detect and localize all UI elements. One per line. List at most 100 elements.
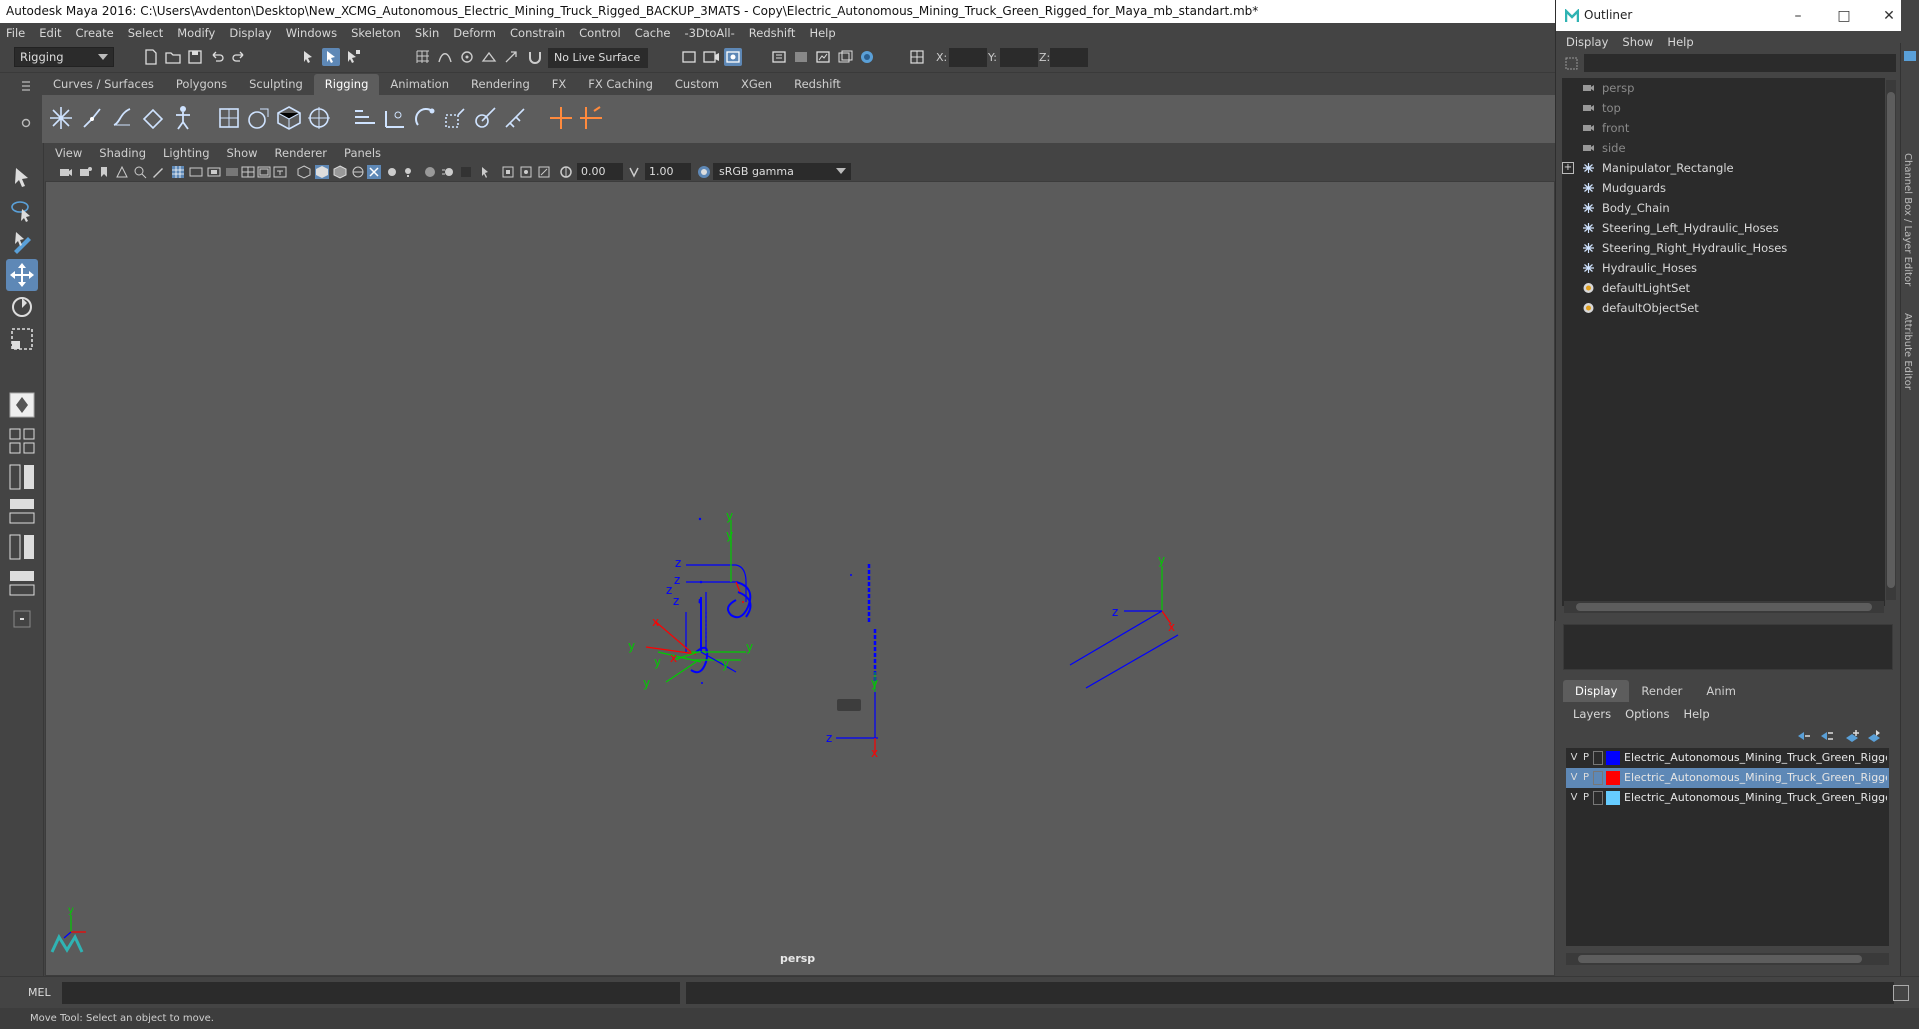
list-item[interactable]: Steering_Right_Hydraulic_Hoses: [1583, 238, 1787, 258]
layer-menu-help[interactable]: Help: [1683, 707, 1709, 721]
rotate-tool-icon[interactable]: [6, 291, 38, 323]
render-view-icon[interactable]: [814, 48, 832, 66]
menu-skin[interactable]: Skin: [415, 26, 439, 40]
menu-select[interactable]: Select: [128, 26, 163, 40]
wireframe-on-shaded-icon[interactable]: [333, 165, 347, 179]
list-item[interactable]: persp: [1583, 78, 1634, 98]
exposure-field[interactable]: 0.00: [577, 163, 623, 180]
script-language-label[interactable]: MEL: [28, 986, 51, 999]
field-chart-icon[interactable]: [241, 165, 255, 179]
layer-list-horizontal-scrollbar[interactable]: [1566, 953, 1889, 965]
minimize-icon[interactable]: –: [1788, 6, 1808, 26]
snap-view-plane-icon[interactable]: [480, 48, 498, 66]
script-editor-icon[interactable]: [1893, 985, 1909, 1001]
menu-windows[interactable]: Windows: [286, 26, 337, 40]
menu-display[interactable]: Display: [229, 26, 271, 40]
menu-file[interactable]: File: [6, 26, 25, 40]
layer-visibility-toggle[interactable]: V: [1568, 768, 1580, 788]
cluster-handle-icon[interactable]: [576, 103, 606, 133]
layer-row[interactable]: V P Electric_Autonomous_Mining_Truck_Gre…: [1566, 748, 1889, 768]
shelf-tab-redshift[interactable]: Redshift: [783, 74, 852, 95]
lasso-tool-icon[interactable]: [6, 195, 38, 227]
xray-components-icon[interactable]: [537, 165, 551, 179]
outliner-search-input[interactable]: [1584, 54, 1896, 72]
safe-action-icon[interactable]: [257, 165, 271, 179]
z-field[interactable]: [1050, 48, 1088, 67]
shelf-tab-fx-caching[interactable]: FX Caching: [577, 74, 664, 95]
layer-row[interactable]: V P Electric_Autonomous_Mining_Truck_Gre…: [1566, 788, 1889, 808]
film-gate-icon[interactable]: [189, 165, 203, 179]
viewport-persp[interactable]: y y z z z z x y y y y x y z y x y z x y …: [45, 181, 1555, 976]
layer-playback-toggle[interactable]: P: [1580, 788, 1592, 808]
new-layer-icon[interactable]: [1844, 729, 1860, 743]
ipr-render-icon[interactable]: [724, 48, 742, 66]
image-plane-icon[interactable]: [115, 165, 129, 179]
undo-icon[interactable]: [208, 48, 226, 66]
snap-live-icon[interactable]: [502, 48, 520, 66]
new-scene-icon[interactable]: [142, 48, 160, 66]
paint-select-tool-icon[interactable]: [6, 227, 38, 259]
list-item[interactable]: top: [1583, 98, 1621, 118]
tab-anim[interactable]: Anim: [1694, 680, 1748, 702]
lights-icon[interactable]: [401, 165, 415, 179]
outliner-menu-display[interactable]: Display: [1566, 35, 1608, 49]
smooth-shade-icon[interactable]: [315, 165, 329, 179]
scrollbar-thumb[interactable]: [1576, 603, 1872, 611]
panel-menu-panels[interactable]: Panels: [344, 146, 381, 160]
screen-space-ao-icon[interactable]: [423, 165, 437, 179]
select-object-icon[interactable]: [322, 48, 340, 66]
layer-color-swatch[interactable]: [1606, 791, 1620, 805]
new-layer-from-selection-icon[interactable]: [1866, 729, 1882, 743]
use-all-lights-icon[interactable]: [367, 165, 381, 179]
list-item[interactable]: defaultLightSet: [1583, 278, 1690, 298]
menu-control[interactable]: Control: [579, 26, 621, 40]
motion-blur-icon[interactable]: [441, 165, 455, 179]
select-tool-icon[interactable]: [6, 163, 38, 195]
list-item[interactable]: Steering_Left_Hydraulic_Hoses: [1583, 218, 1779, 238]
grid-toggle-icon[interactable]: [908, 48, 926, 66]
layer-menu-layers[interactable]: Layers: [1573, 707, 1611, 721]
gamma-field[interactable]: 1.00: [645, 163, 691, 180]
move-layer-down-icon[interactable]: [1819, 729, 1835, 743]
four-view-layout-icon[interactable]: [6, 425, 38, 457]
shadows-icon[interactable]: [385, 165, 399, 179]
menu-deform[interactable]: Deform: [453, 26, 496, 40]
shelf-tab-animation[interactable]: Animation: [379, 74, 460, 95]
gate-mask-icon[interactable]: [225, 165, 239, 179]
insert-joint-icon[interactable]: [138, 103, 168, 133]
menu-create[interactable]: Create: [76, 26, 114, 40]
toolbox-expand-icon[interactable]: [6, 603, 38, 635]
menu-constrain[interactable]: Constrain: [510, 26, 565, 40]
render-region-icon[interactable]: [680, 48, 698, 66]
parent-constraint-icon[interactable]: [350, 103, 380, 133]
command-input[interactable]: [62, 982, 680, 1004]
smooth-bind-icon[interactable]: [244, 103, 274, 133]
rig-right-manipulator[interactable]: [1069, 566, 1179, 689]
filter-icon[interactable]: [1565, 57, 1578, 70]
layer-color-swatch[interactable]: [1606, 751, 1620, 765]
ik-spline-icon[interactable]: [108, 103, 138, 133]
scrollbar-thumb[interactable]: [1578, 955, 1862, 963]
y-field[interactable]: [1000, 48, 1038, 67]
panel-menu-show[interactable]: Show: [227, 146, 258, 160]
layer-row[interactable]: V P Electric_Autonomous_Mining_Truck_Gre…: [1566, 768, 1889, 788]
layer-visibility-toggle[interactable]: V: [1568, 788, 1580, 808]
pole-vector-icon[interactable]: [500, 103, 530, 133]
safe-title-icon[interactable]: [273, 165, 287, 179]
xray-joints-icon[interactable]: [519, 165, 533, 179]
snap-curve-icon[interactable]: [436, 48, 454, 66]
magnet-icon[interactable]: [526, 48, 544, 66]
shelf-tab-rigging[interactable]: Rigging: [313, 74, 380, 95]
shelf-menu-icon[interactable]: [20, 79, 32, 93]
persp-graph-layout-icon[interactable]: [6, 495, 38, 527]
shelf-settings-icon[interactable]: [20, 117, 32, 129]
shelf-tab-rendering[interactable]: Rendering: [460, 74, 541, 95]
menu-3dtoall[interactable]: -3DtoAll-: [684, 26, 734, 40]
outliner-vertical-scrollbar[interactable]: [1886, 80, 1896, 600]
menu-skeleton[interactable]: Skeleton: [351, 26, 401, 40]
list-item[interactable]: + Manipulator_Rectangle: [1562, 158, 1734, 178]
joint-tool-icon[interactable]: [46, 103, 76, 133]
render-sequence-icon[interactable]: [836, 48, 854, 66]
list-item[interactable]: Body_Chain: [1583, 198, 1670, 218]
cluster-icon[interactable]: [304, 103, 334, 133]
